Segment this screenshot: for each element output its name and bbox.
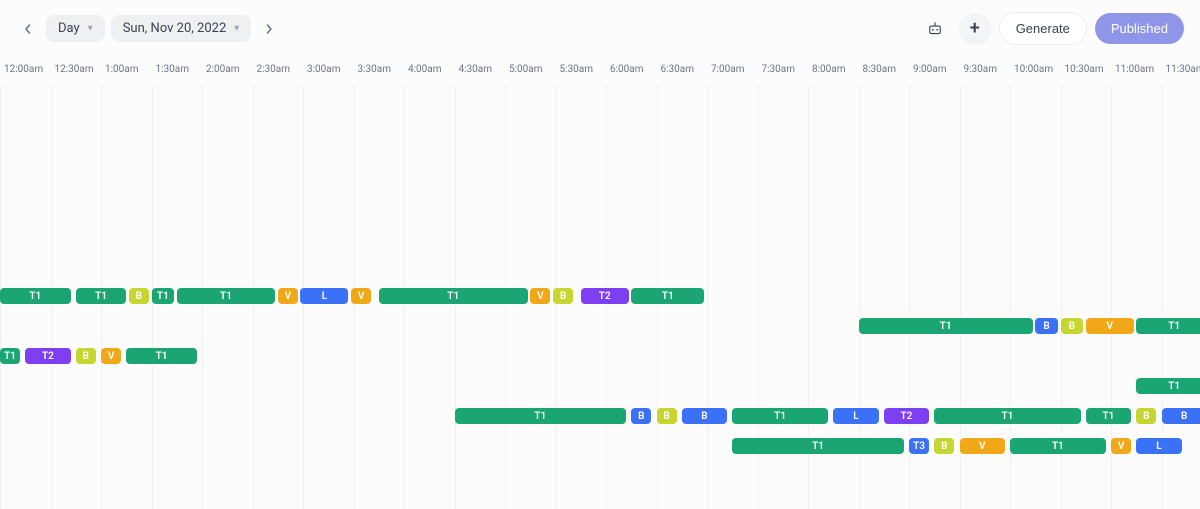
time-slot-label: 9:30am xyxy=(960,64,1011,75)
schedule-row: T1T3BVT1VL xyxy=(0,437,1200,455)
shift-block[interactable]: V xyxy=(101,348,121,364)
time-slot-label: 9:00am xyxy=(909,64,960,75)
shift-block[interactable]: T1 xyxy=(0,348,20,364)
shift-block[interactable]: V xyxy=(1086,318,1134,334)
prev-button[interactable] xyxy=(16,17,40,41)
time-slot-label: 11:30am xyxy=(1162,64,1200,75)
shift-block[interactable]: T1 xyxy=(732,408,828,424)
time-slot-label: 5:00am xyxy=(505,64,556,75)
time-slot-label: 8:30am xyxy=(859,64,910,75)
add-button[interactable]: + xyxy=(959,13,991,45)
shift-block[interactable]: L xyxy=(300,288,348,304)
shift-block[interactable]: T1 xyxy=(1136,378,1200,394)
shift-block[interactable]: T1 xyxy=(859,318,1033,334)
shift-block[interactable]: B xyxy=(1162,408,1200,424)
plus-icon: + xyxy=(970,18,980,39)
shift-block[interactable]: B xyxy=(553,288,573,304)
shift-block[interactable]: B xyxy=(631,408,651,424)
shift-block[interactable]: T1 xyxy=(732,438,904,454)
shift-block[interactable]: T1 xyxy=(1086,408,1131,424)
shift-block[interactable]: T1 xyxy=(76,288,127,304)
time-ruler: 12:00am12:30am1:00am1:30am2:00am2:30am3:… xyxy=(0,57,1200,81)
time-slot-label: 12:30am xyxy=(51,64,102,75)
shift-block[interactable]: T1 xyxy=(177,288,275,304)
shift-block[interactable]: B xyxy=(934,438,954,454)
chevron-right-icon xyxy=(264,24,274,34)
date-label: Sun, Nov 20, 2022 xyxy=(123,21,227,36)
shift-block[interactable]: L xyxy=(833,408,878,424)
schedule-row: T1T1BT1T1VLVT1VBT2T1 xyxy=(0,287,1200,305)
time-slot-label: 12:00am xyxy=(0,64,51,75)
view-mode-label: Day xyxy=(58,21,80,36)
time-slot-label: 7:30am xyxy=(758,64,809,75)
shift-block[interactable]: B xyxy=(657,408,677,424)
time-slot-label: 6:00am xyxy=(606,64,657,75)
shift-block[interactable]: T1 xyxy=(379,288,528,304)
date-selector[interactable]: Sun, Nov 20, 2022 ▾ xyxy=(111,15,252,42)
timeline: 12:00am12:30am1:00am1:30am2:00am2:30am3:… xyxy=(0,57,1200,509)
shift-block[interactable]: T2 xyxy=(25,348,70,364)
time-slot-label: 2:30am xyxy=(253,64,304,75)
shift-block[interactable]: T1 xyxy=(934,408,1080,424)
time-slot-label: 5:30am xyxy=(556,64,607,75)
shift-block[interactable]: B xyxy=(1136,408,1156,424)
chevron-down-icon: ▾ xyxy=(88,23,93,34)
time-slot-label: 3:00am xyxy=(303,64,354,75)
shift-block[interactable]: B xyxy=(1061,318,1084,334)
shift-block[interactable]: V xyxy=(278,288,298,304)
shift-block[interactable]: T1 xyxy=(1010,438,1106,454)
shift-block[interactable]: V xyxy=(351,288,371,304)
shift-block[interactable]: T1 xyxy=(1136,318,1200,334)
time-slot-label: 11:00am xyxy=(1111,64,1162,75)
published-button[interactable]: Published xyxy=(1095,13,1184,44)
shift-block[interactable]: T1 xyxy=(455,408,627,424)
time-slot-label: 3:30am xyxy=(354,64,405,75)
shift-block[interactable]: T1 xyxy=(0,288,71,304)
schedule-row: T1 T2 BV T1 xyxy=(0,347,1200,365)
chevron-left-icon xyxy=(23,24,33,34)
bot-icon xyxy=(926,20,944,38)
shift-block[interactable]: B xyxy=(129,288,149,304)
shift-block[interactable]: T1 xyxy=(631,288,704,304)
time-slot-label: 10:00am xyxy=(1010,64,1061,75)
shift-block[interactable]: T2 xyxy=(581,288,629,304)
shift-block[interactable]: T1 xyxy=(126,348,197,364)
chevron-down-icon: ▾ xyxy=(234,23,239,34)
shift-block[interactable]: V xyxy=(1111,438,1131,454)
generate-button[interactable]: Generate xyxy=(999,12,1087,45)
schedule-row: T1 xyxy=(0,377,1200,395)
time-slot-label: 4:00am xyxy=(404,64,455,75)
shift-block[interactable]: T1 xyxy=(152,288,175,304)
time-slot-label: 1:30am xyxy=(152,64,203,75)
shift-block[interactable]: T2 xyxy=(884,408,929,424)
toolbar: Day ▾ Sun, Nov 20, 2022 ▾ + Generate Pub… xyxy=(0,0,1200,57)
next-button[interactable] xyxy=(257,17,281,41)
time-slot-label: 1:00am xyxy=(101,64,152,75)
bot-button[interactable] xyxy=(919,13,951,45)
view-mode-selector[interactable]: Day ▾ xyxy=(46,15,105,42)
shift-block[interactable]: B xyxy=(1035,318,1058,334)
shift-block[interactable]: V xyxy=(530,288,550,304)
time-slot-label: 2:00am xyxy=(202,64,253,75)
schedule-row: T1BBVT1 xyxy=(0,317,1200,335)
time-slot-label: 6:30am xyxy=(657,64,708,75)
shift-block[interactable]: L xyxy=(1136,438,1181,454)
time-slot-label: 8:00am xyxy=(808,64,859,75)
toolbar-left: Day ▾ Sun, Nov 20, 2022 ▾ xyxy=(16,15,281,42)
shift-block[interactable]: V xyxy=(960,438,1005,454)
time-slot-label: 7:00am xyxy=(707,64,758,75)
time-slot-label: 4:30am xyxy=(455,64,506,75)
shift-block[interactable]: B xyxy=(682,408,727,424)
shift-block[interactable]: B xyxy=(76,348,96,364)
schedule-row: T1BBBT1LT2T1T1BB xyxy=(0,407,1200,425)
shift-block[interactable]: T3 xyxy=(909,438,929,454)
time-slot-label: 10:30am xyxy=(1061,64,1112,75)
